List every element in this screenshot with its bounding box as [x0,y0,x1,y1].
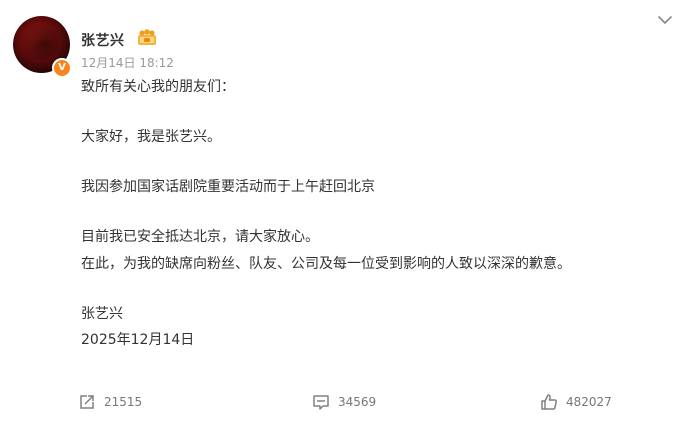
post-line: 大家好，我是张艺兴。 [81,129,221,145]
post-content: 致所有关心我的朋友们： 大家好，我是张艺兴。 我因参加国家话剧院重要活动而于上午… [81,76,571,351]
post-line: 我因参加国家话剧院重要活动而于上午赶回北京 [81,179,375,195]
post-line: 目前我已安全抵达北京，请大家放心。 [81,229,319,245]
action-bar: 21515 34569 482027 [0,393,695,415]
comment-button[interactable]: 34569 [312,393,376,411]
repost-icon [80,395,94,409]
avatar-shadow [19,24,59,60]
verified-icon: V [52,58,72,78]
like-icon [541,394,558,410]
like-count: 482027 [566,395,612,409]
chevron-down-icon[interactable] [658,15,672,25]
repost-button[interactable]: 21515 [78,393,142,411]
comment-icon [313,395,329,410]
repost-count: 21515 [104,395,143,409]
post-line: 在此，为我的缺席向粉丝、队友、公司及每一位受到影响的人致以深深的歉意。 [81,256,571,272]
fan-badge-icon[interactable] [137,29,157,46]
post-timestamp[interactable]: 12月14日 18:12 [81,54,174,71]
author-name[interactable]: 张艺兴 [81,30,125,50]
like-button[interactable]: 482027 [540,393,612,411]
post-signature: 张艺兴 [81,306,123,322]
post-date: 2025年12月14日 [81,332,195,348]
comment-count: 34569 [338,395,377,409]
post-line: 致所有关心我的朋友们： [81,79,235,95]
